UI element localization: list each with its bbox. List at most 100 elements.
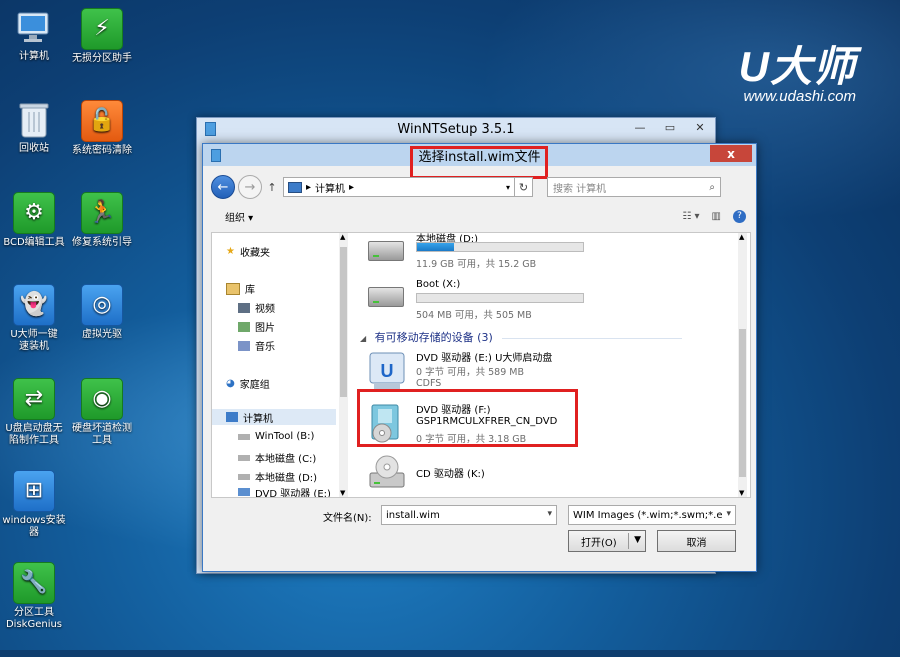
filetype-select[interactable]: WIM Images (*.wim;*.swm;*.e ▾ — [568, 505, 736, 525]
scroll-up-icon[interactable]: ▲ — [739, 233, 744, 241]
open-button[interactable]: 打开(O) ▼ — [568, 530, 646, 552]
desktop-icon-virtual-drive[interactable]: ◎ 虚拟光驱 — [64, 284, 140, 341]
video-icon — [238, 302, 250, 313]
help-icon[interactable]: ? — [733, 209, 746, 223]
nav-drive[interactable]: DVD 驱动器 (E:) — [238, 487, 331, 497]
desktop-icon-label: 无损分区助手 — [72, 53, 132, 64]
desktop-icon-label-line1: 分区工具 — [14, 607, 54, 618]
picture-icon — [238, 321, 250, 332]
back-arrow-icon[interactable]: ← — [211, 175, 235, 199]
nav-libraries[interactable]: 库 — [226, 281, 255, 296]
cancel-button[interactable]: 取消 — [657, 530, 736, 552]
nav-label: 本地磁盘 (C:) — [255, 454, 317, 465]
nav-label: 本地磁盘 (D:) — [255, 473, 318, 484]
dialog-close-button[interactable]: x — [710, 145, 752, 162]
desktop-icon-label: 修复系统引导 — [72, 237, 132, 248]
preview-pane-icon[interactable]: ▥ — [712, 211, 721, 222]
nav-drive[interactable]: WinTool (B:) — [238, 431, 314, 442]
logo-main: U大师 — [738, 43, 856, 90]
search-input[interactable]: 搜索 计算机 ⌕ — [547, 177, 721, 197]
filename-input[interactable]: install.wim ▾ — [381, 505, 557, 525]
nav-scroll-thumb[interactable] — [340, 247, 347, 397]
virtual-drive-icon: ◎ — [81, 284, 123, 326]
usb-dvd-icon: U — [368, 351, 406, 391]
computer-icon — [14, 8, 54, 48]
drive-e-name[interactable]: DVD 驱动器 (E:) U大师启动盘 — [416, 349, 552, 364]
desktop-icon-windows-installer[interactable]: ⊞ windows安装 器 — [0, 470, 72, 539]
nav-videos[interactable]: 视频 — [238, 300, 275, 315]
nav-label: 音乐 — [255, 342, 275, 353]
logo-url: www.udashi.com — [743, 88, 856, 105]
refresh-icon[interactable]: ↻ — [515, 177, 533, 197]
desktop-icon-label-line2: 器 — [29, 527, 39, 538]
desktop-icon-bcd[interactable]: ⚙ BCD编辑工具 — [0, 192, 72, 249]
removable-group-header[interactable]: ◢ 有可移动存储的设备 (3) — [360, 329, 683, 345]
maximize-icon[interactable]: ▭ — [655, 118, 685, 136]
drive-x-name[interactable]: Boot (X:) — [416, 279, 460, 290]
scroll-down-icon[interactable]: ▼ — [340, 489, 345, 497]
desktop-icon-partition[interactable]: ⚡ 无损分区助手 — [64, 8, 140, 65]
open-split-divider — [628, 533, 629, 549]
desktop-icon-computer[interactable]: 计算机 — [0, 8, 72, 63]
desktop-icon-password[interactable]: 🔓 系统密码清除 — [64, 100, 140, 157]
windows-installer-icon: ⊞ — [13, 470, 55, 512]
address-bar[interactable]: ▸ 计算机 ▸ ▾ — [283, 177, 515, 197]
open-dropdown-icon[interactable]: ▼ — [634, 535, 641, 545]
nav-favorites[interactable]: ★ 收藏夹 — [226, 244, 270, 259]
nav-drive[interactable]: 本地磁盘 (C:) — [238, 450, 316, 465]
desktop-icon-label-line1: 硬盘坏道检测 — [72, 423, 132, 434]
scroll-up-icon[interactable]: ▲ — [340, 233, 345, 241]
computer-small-icon — [288, 181, 302, 193]
winntsetup-titlebar: WinNTSetup 3.5.1 — ▭ ✕ — [197, 118, 715, 140]
disk-check-icon: ◉ — [81, 378, 123, 420]
nav-label: 视频 — [255, 304, 275, 315]
nav-label: DVD 驱动器 (E:) — [255, 488, 331, 498]
file-list-pane: 本地磁盘 (D:) 11.9 GB 可用，共 15.2 GB Boot (X:)… — [360, 233, 736, 497]
drive-d-size: 11.9 GB 可用，共 15.2 GB — [416, 259, 537, 270]
nav-homegroup[interactable]: ◕ 家庭组 — [226, 376, 270, 391]
nav-computer[interactable]: 计算机 — [212, 409, 336, 425]
nav-scrollbar[interactable]: ▲ ▼ — [339, 233, 348, 497]
window-app-icon — [205, 122, 216, 136]
forward-arrow-icon[interactable]: → — [238, 175, 262, 199]
address-chevron-icon: ▸ — [349, 181, 355, 193]
desktop-icon-label-line1: U大师一键 — [10, 329, 58, 340]
filetype-dropdown-icon[interactable]: ▾ — [726, 509, 731, 519]
desktop-icon-ghost[interactable]: 👻 U大师一键 速装机 — [0, 284, 72, 353]
nav-drive[interactable]: 本地磁盘 (D:) — [238, 469, 317, 484]
udashi-logo: U大师 www.udashi.com — [738, 43, 856, 106]
close-icon[interactable]: ✕ — [685, 118, 715, 136]
library-icon — [226, 282, 240, 295]
up-arrow-icon[interactable]: ↑ — [265, 181, 279, 194]
taskbar — [0, 650, 900, 657]
collapse-chevron-icon[interactable]: ◢ — [360, 334, 366, 343]
desktop-icon-recycle[interactable]: 回收站 — [0, 100, 72, 155]
minimize-icon[interactable]: — — [625, 118, 655, 136]
drive-d-usage-bar — [416, 242, 584, 252]
nav-label: 收藏夹 — [239, 248, 270, 259]
address-dropdown-icon[interactable]: ▾ — [506, 183, 510, 192]
dialog-toolbar: 组织 ▾ ☷ ▾ ▥ ? — [211, 205, 746, 227]
desktop-icon-disk-check[interactable]: ◉ 硬盘坏道检测 工具 — [64, 378, 140, 447]
open-file-dialog: 选择install.wim文件 x ← → ↑ ▸ 计算机 ▸ ▾ ↻ 搜索 计… — [202, 143, 757, 572]
file-scroll-thumb[interactable] — [739, 329, 746, 477]
scroll-down-icon[interactable]: ▼ — [739, 489, 744, 497]
nav-label: 图片 — [255, 323, 275, 334]
desktop-icon-diskgenius[interactable]: 🔧 分区工具 DiskGenius — [0, 562, 72, 631]
search-placeholder: 搜索 计算机 — [553, 183, 607, 195]
desktop-icon-usb-tool[interactable]: ⇄ U盘启动盘无 陷制作工具 — [0, 378, 72, 447]
drive-k-name[interactable]: CD 驱动器 (K:) — [416, 465, 485, 480]
nav-label: 家庭组 — [239, 380, 270, 391]
filename-dropdown-icon[interactable]: ▾ — [547, 509, 552, 519]
nav-music[interactable]: 音乐 — [238, 338, 275, 353]
desktop-icon-label: BCD编辑工具 — [3, 237, 65, 248]
nav-pictures[interactable]: 图片 — [238, 319, 275, 334]
drive-icon — [238, 454, 250, 461]
organize-button[interactable]: 组织 ▾ — [225, 209, 253, 224]
file-scrollbar[interactable]: ▲ ▼ — [738, 233, 747, 497]
view-options-icon[interactable]: ☷ ▾ — [682, 211, 699, 222]
hard-drive-icon — [368, 281, 408, 307]
desktop-icon-repair[interactable]: 🏃 修复系统引导 — [64, 192, 140, 249]
desktop-icon-label-line2: DiskGenius — [5, 619, 63, 630]
repair-boot-icon: 🏃 — [81, 192, 123, 234]
